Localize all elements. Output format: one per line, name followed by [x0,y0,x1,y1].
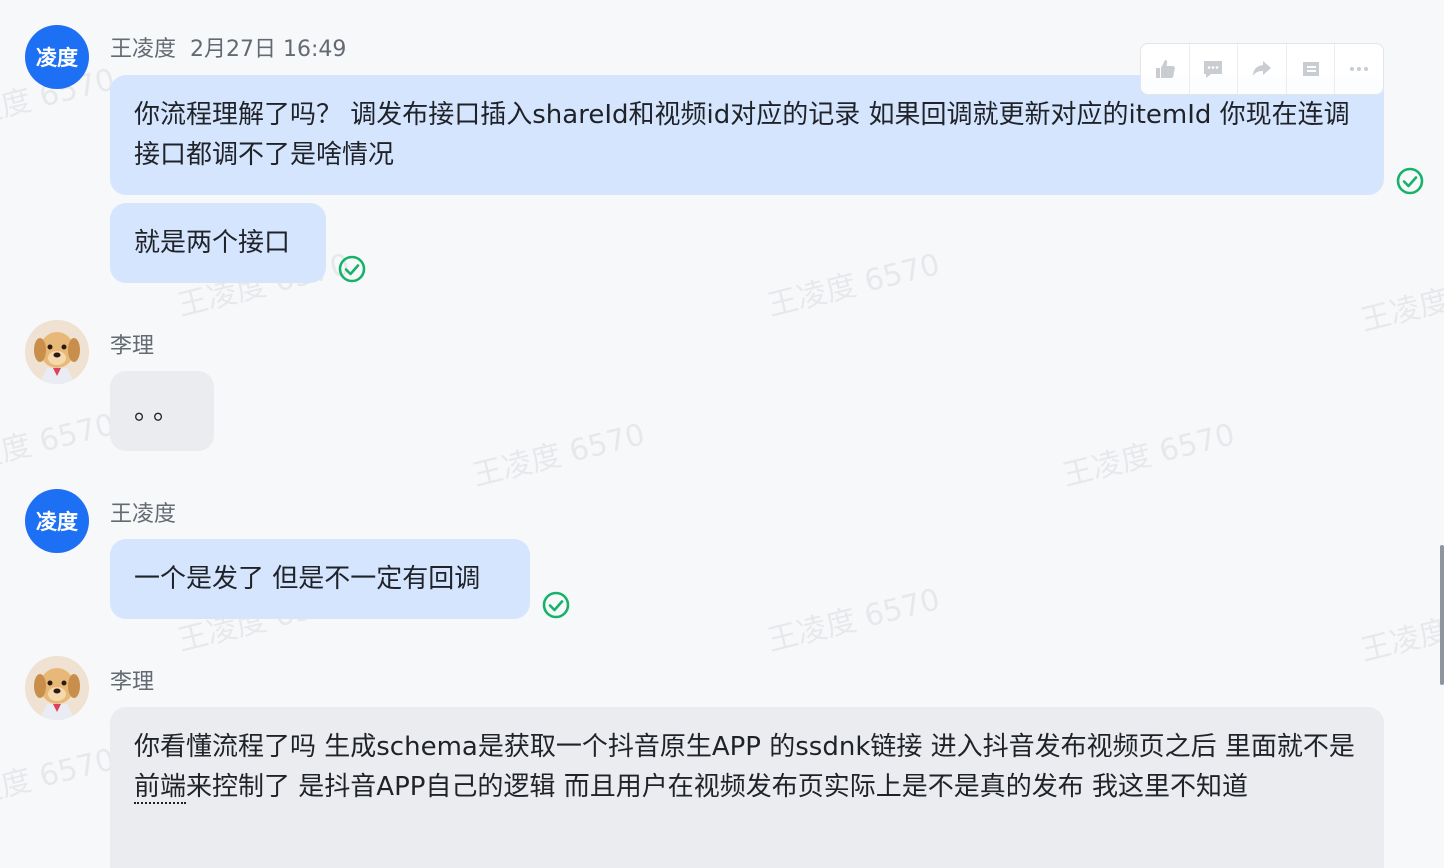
more-icon[interactable] [1335,44,1383,94]
avatar[interactable] [25,320,89,384]
avatar[interactable]: 凌度 [25,25,89,89]
message-action-toolbar [1140,43,1384,95]
quote-icon[interactable] [1287,44,1336,94]
chat-window: 王凌度 6570 王凌度 6570 王凌度 6570 王凌度 6570 王凌度 … [0,0,1444,868]
message-text: 就是两个接口 [134,228,291,258]
message-bubble[interactable]: 就是两个接口 [110,203,326,283]
message-text: 你流程理解了吗？ 调发布接口插入shareId和视频id对应的记录 如果回调就更… [134,100,1350,170]
comment-icon[interactable] [1190,44,1239,94]
message-timestamp: 2月27日 16:49 [190,37,347,62]
watermark: 王凌度 6570 [764,247,944,324]
message-text: 。。 [134,396,186,426]
watermark: 王凌度 6570 [764,582,944,659]
watermark: 王凌度 6570 [0,407,119,484]
avatar[interactable]: 凌度 [25,489,89,553]
forward-icon[interactable] [1238,44,1287,94]
sender-name[interactable]: 李理 [110,670,154,695]
message-bubble[interactable]: 一个是发了 但是不一定有回调 [110,539,530,619]
message-text: 一个是发了 但是不一定有回调 [134,564,481,594]
message-bubble[interactable]: 。。 [110,371,214,451]
highlighted-term[interactable]: 前端 [134,772,187,804]
read-check-icon [542,591,570,619]
message-header: 王凌度 2月27日 16:49 [110,31,346,63]
message-text: 你看懂流程了吗 生成schema是获取一个抖音原生APP 的ssdnk链接 进入… [134,732,1355,804]
message-header: 李理 [110,328,154,360]
watermark: 王凌度 6570 [1059,417,1239,494]
avatar-text: 凌度 [36,510,78,534]
watermark: 王凌度 6570 [469,417,649,494]
scrollbar[interactable] [1440,545,1444,685]
dog-avatar-icon [25,320,89,384]
watermark: 王凌度 6570 [0,742,119,819]
thumbs-up-icon[interactable] [1141,44,1190,94]
watermark: 王凌度 6570 [1357,262,1444,339]
sender-name[interactable]: 李理 [110,334,154,359]
avatar-text: 凌度 [36,46,78,70]
message-header: 李理 [110,664,154,696]
message-bubble[interactable]: 你看懂流程了吗 生成schema是获取一个抖音原生APP 的ssdnk链接 进入… [110,707,1384,868]
read-check-icon [338,255,366,283]
read-check-icon [1396,167,1424,195]
sender-name[interactable]: 王凌度 [110,502,176,527]
sender-name[interactable]: 王凌度 [110,37,176,62]
dog-avatar-icon [25,656,89,720]
avatar[interactable] [25,656,89,720]
watermark: 王凌度 6570 [1357,592,1444,669]
message-header: 王凌度 [110,496,176,528]
